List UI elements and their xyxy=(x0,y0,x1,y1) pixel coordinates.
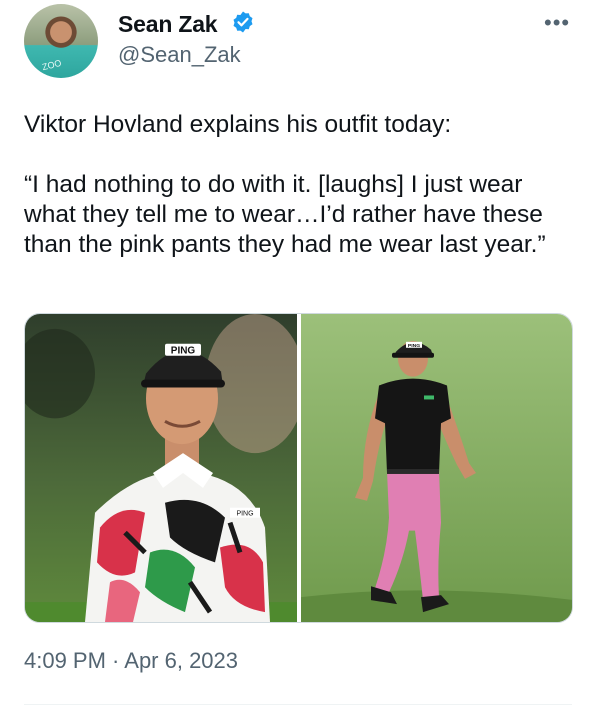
photo-left-image: PING PING xyxy=(25,314,297,622)
divider xyxy=(24,704,572,705)
cap-logo-text: PING xyxy=(171,346,196,357)
more-options-icon[interactable]: ••• xyxy=(544,10,570,36)
tweet-timestamp[interactable]: 4:09 PM · Apr 6, 2023 xyxy=(24,648,238,674)
verified-badge-icon xyxy=(233,11,253,33)
author-display-name[interactable]: Sean Zak xyxy=(118,11,218,38)
cap-logo-text-right: PING xyxy=(408,343,420,349)
photo-hovland-pink-pants[interactable]: PING xyxy=(301,314,572,622)
media-grid: PING PING PING xyxy=(24,313,573,623)
author-handle[interactable]: @Sean_Zak xyxy=(118,42,241,68)
avatar[interactable]: ZOO xyxy=(24,4,98,78)
avatar-shirt-text: ZOO xyxy=(41,57,63,73)
photo-hovland-floral-shirt[interactable]: PING PING xyxy=(25,314,297,622)
photo-right-image: PING xyxy=(301,314,572,622)
sleeve-logo-text: PING xyxy=(236,511,253,518)
tweet-text: Viktor Hovland explains his outfit today… xyxy=(24,111,546,258)
